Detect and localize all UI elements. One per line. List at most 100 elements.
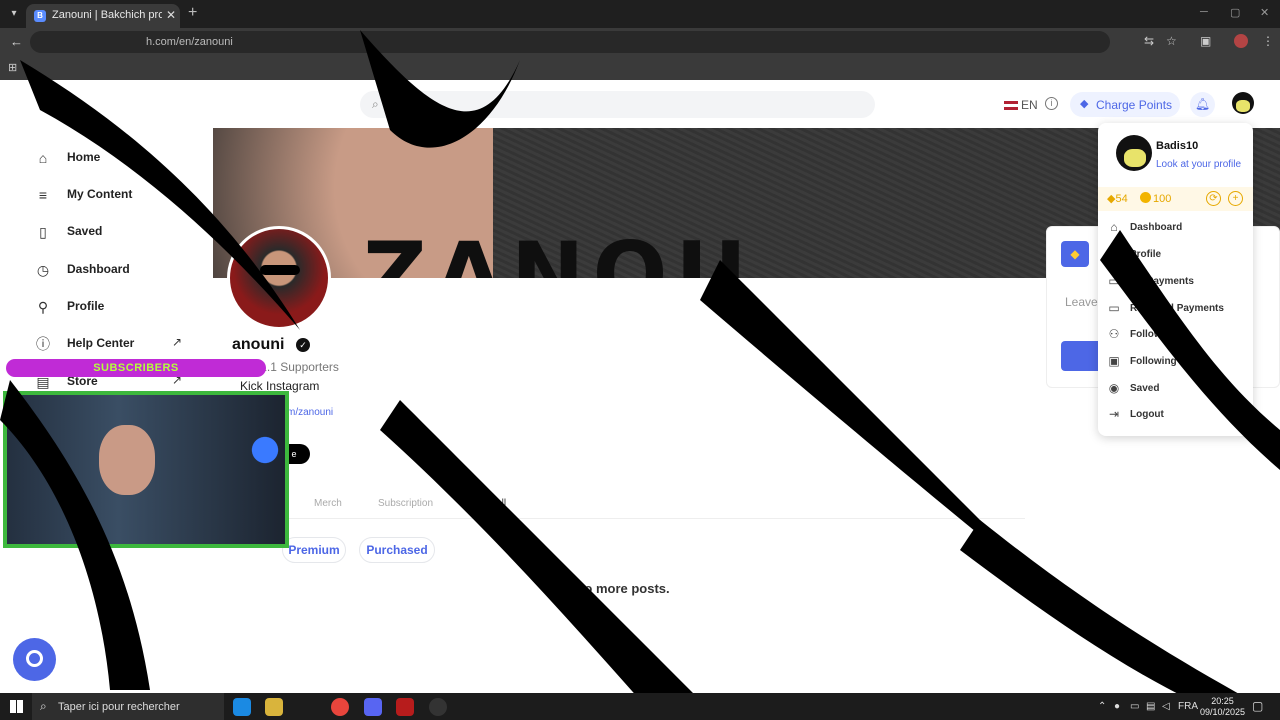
dropdown-item-followers[interactable]: ⚇ Followers	[1106, 327, 1246, 345]
filter-premium[interactable]: Premium	[282, 537, 346, 563]
empty-message: No more posts.	[575, 581, 670, 596]
kebab-icon[interactable]: ⋮	[1262, 34, 1274, 48]
browser-tab[interactable]: B Zanouni | Bakchich profile | Bak ✕	[26, 4, 180, 28]
dropdown-item-label: Followers	[1130, 329, 1177, 340]
language-label: EN	[1021, 98, 1038, 112]
dropdown-item-label: Received Payments	[1130, 303, 1224, 314]
dropdown-item-profile[interactable]: ⚲ Profile	[1106, 247, 1246, 265]
discord-icon[interactable]	[364, 698, 382, 716]
dropdown-item-logout[interactable]: ⇥ Logout	[1106, 407, 1246, 425]
home-icon: ⌂	[38, 150, 48, 166]
streamer-face	[99, 425, 155, 495]
dropdown-username[interactable]: Badis10	[1156, 140, 1198, 152]
volume-icon[interactable]: ◁	[1162, 701, 1170, 712]
add-points-icon[interactable]: +	[1228, 191, 1243, 206]
balance-bar: ◆54 100 ⟳ +	[1098, 187, 1253, 211]
dropdown-item-label: Logout	[1130, 409, 1164, 420]
dropdown-item-following[interactable]: ▣ Following	[1106, 354, 1246, 372]
user-dropdown-menu: Badis10 Look at your profile ◆54 100 ⟳ +…	[1098, 123, 1253, 436]
tab-menu-icon[interactable]: ▾	[6, 6, 22, 22]
webcam-overlay	[3, 391, 289, 548]
user-avatar[interactable]	[1232, 92, 1254, 114]
chat-bubble-icon	[26, 650, 43, 667]
leave-message-field[interactable]: Leave	[1065, 295, 1098, 309]
chat-support-button[interactable]	[13, 638, 56, 681]
tab-fan-wall[interactable]: Fan Wall	[467, 498, 506, 509]
edge-icon[interactable]	[233, 698, 251, 716]
back-arrow-icon[interactable]: ←	[10, 34, 23, 49]
sidebar-item-label: Dashboard	[67, 262, 130, 276]
dropdown-item-received-payments[interactable]: ▭ Received Payments	[1106, 301, 1246, 319]
diamond-icon: ◆	[1080, 98, 1089, 110]
chevron-up-icon[interactable]: ⌃	[1098, 701, 1106, 712]
avatar-face	[1124, 149, 1146, 167]
language-selector[interactable]: EN	[1004, 98, 1038, 112]
browser-profile-icon[interactable]	[1234, 34, 1248, 48]
profile-link[interactable]: m/zanouni	[287, 407, 333, 418]
clock-date: 09/10/2025	[1200, 707, 1246, 717]
windows-start-icon[interactable]	[10, 700, 23, 713]
network-icon[interactable]: ▤	[1146, 701, 1155, 712]
favicon-icon: B	[34, 10, 46, 22]
coin-icon	[1140, 192, 1151, 203]
notification-bell-icon[interactable]: 🔔︎	[1190, 92, 1215, 117]
minimize-icon[interactable]: ─	[1200, 6, 1208, 18]
tab-merch[interactable]: Merch	[314, 498, 342, 509]
maximize-icon[interactable]: ▢	[1230, 6, 1240, 19]
eye-icon: ◉	[1108, 381, 1120, 395]
address-bar: ← h.com/en/zanouni ⇆ ☆ ▣ ⋮	[0, 28, 1280, 56]
apps-grid-icon[interactable]: ⊞	[8, 61, 17, 74]
tabs-divider	[220, 518, 1025, 519]
taskbar: ⌕ Taper ici pour rechercher ⌃ ● ▭ ▤ ◁ FR…	[0, 693, 1280, 720]
view-profile-link[interactable]: Look at your profile	[1156, 159, 1241, 170]
star-icon[interactable]: ☆	[1166, 34, 1177, 48]
obs-icon[interactable]	[429, 698, 447, 716]
dropdown-item-label: Following	[1130, 356, 1177, 367]
diamond-icon[interactable]: ◆	[1061, 241, 1089, 267]
dashboard-icon: ◷	[36, 262, 50, 278]
home-icon: ⌂	[1110, 220, 1118, 234]
sidebar-item-label: My Content	[67, 187, 133, 201]
file-explorer-icon[interactable]	[265, 698, 283, 716]
notification-center-icon[interactable]: ▢	[1252, 699, 1263, 713]
dropdown-item-label: Saved	[1130, 383, 1160, 394]
extensions-icon[interactable]: ▣	[1200, 34, 1211, 48]
info-icon[interactable]: i	[1045, 97, 1058, 110]
sidebar-item-label: Help Center	[67, 336, 135, 350]
search-icon: ⌕	[372, 97, 379, 111]
profile-name: anouni	[232, 336, 285, 353]
streamlabs-icon[interactable]	[396, 698, 414, 716]
new-tab-icon[interactable]: +	[188, 4, 197, 22]
system-clock[interactable]: 20:25 09/10/2025	[1200, 696, 1245, 718]
cover-word: ZANOU	[363, 223, 755, 278]
window-close-icon[interactable]: ✕	[1260, 6, 1269, 19]
sidebar-item-label: Profile	[67, 299, 105, 313]
gem-count: 54	[1115, 193, 1128, 205]
translate-icon[interactable]: ⇆	[1144, 34, 1154, 48]
sidebar-item-help-center[interactable]: ⓘ Help Center ↗	[34, 333, 234, 355]
display-icon[interactable]: ▭	[1130, 701, 1139, 712]
convert-icon[interactable]: ⟳	[1206, 191, 1221, 206]
sidebar-item-label: Saved	[67, 224, 103, 238]
tab-subscription[interactable]: Subscription	[378, 498, 433, 509]
dropdown-item-saved[interactable]: ◉ Saved	[1106, 381, 1246, 399]
gem-balance: ◆54	[1107, 192, 1128, 205]
tab-title: Zanouni | Bakchich profile | Bak	[52, 9, 162, 21]
search-input[interactable]: ⌕ Search	[360, 91, 875, 118]
charge-points-button[interactable]: ◆ Charge Points	[1070, 92, 1180, 117]
avatar[interactable]	[1116, 135, 1152, 171]
bookmark-icon: ▯	[39, 224, 47, 240]
dropdown-item-dashboard[interactable]: ⌂ Dashboard	[1106, 220, 1246, 238]
filter-purchased[interactable]: Purchased	[359, 537, 435, 563]
stroke-right-lower	[960, 520, 1250, 700]
search-placeholder: Search	[395, 98, 434, 112]
microphone-icon[interactable]: ●	[1114, 701, 1120, 712]
close-icon[interactable]: ✕	[166, 8, 176, 22]
chrome-icon[interactable]	[331, 698, 349, 716]
dropdown-item-my-payments[interactable]: ▭ My Payments	[1106, 274, 1246, 292]
url-field[interactable]: h.com/en/zanouni	[30, 31, 1110, 53]
taskbar-search[interactable]: ⌕ Taper ici pour rechercher	[32, 693, 224, 720]
card-icon: ▭	[1108, 301, 1120, 315]
input-language[interactable]: FRA	[1178, 701, 1198, 712]
coin-count: 100	[1153, 193, 1172, 205]
